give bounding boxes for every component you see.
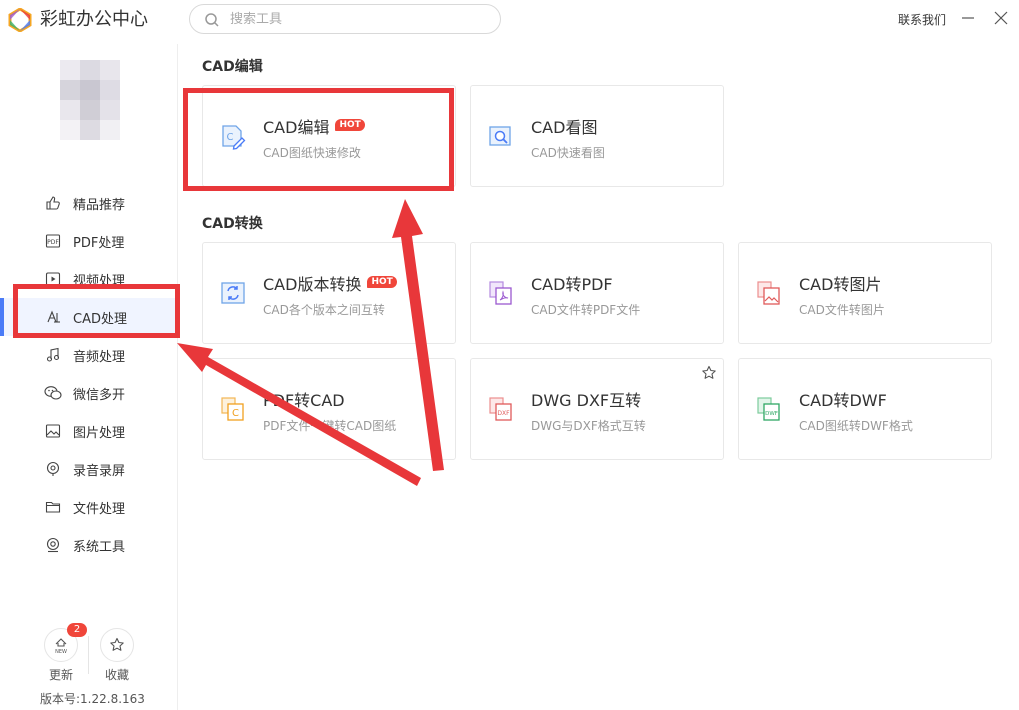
favorite-star-icon[interactable] bbox=[701, 365, 717, 381]
card-title: PDF转CAD bbox=[263, 391, 345, 410]
sidebar-item-wechat[interactable]: 微信多开 bbox=[0, 374, 177, 412]
sidebar-item-label: CAD处理 bbox=[73, 311, 127, 327]
svg-text:NEW: NEW bbox=[55, 649, 67, 654]
search-input[interactable] bbox=[230, 9, 480, 29]
cad-edit-icon: C bbox=[222, 125, 246, 150]
section-title-cad-convert: CAD转换 bbox=[202, 216, 263, 232]
bottom-actions: NEW 2 更新 收藏 bbox=[40, 623, 180, 682]
card-cad-view[interactable]: CAD看图 CAD快速看图 bbox=[470, 85, 724, 187]
contact-us-link[interactable]: 联系我们 bbox=[898, 11, 946, 28]
hot-badge: HOT bbox=[335, 119, 365, 131]
version-label: 版本号:1.22.8.163 bbox=[40, 692, 145, 706]
sidebar-item-label: 精品推荐 bbox=[73, 197, 126, 213]
card-subtitle: CAD文件转PDF文件 bbox=[531, 303, 641, 317]
sidebar-item-label: 微信多开 bbox=[73, 387, 126, 403]
favorites-button[interactable] bbox=[100, 628, 134, 662]
card-title: CAD转图片 bbox=[799, 275, 882, 294]
search-box[interactable] bbox=[189, 4, 501, 34]
card-cad-to-dwf[interactable]: DWF CAD转DWF CAD图纸转DWF格式 bbox=[738, 358, 992, 460]
card-title: CAD版本转换 HOT bbox=[263, 271, 397, 295]
sidebar-item-files[interactable]: 文件处理 bbox=[0, 488, 177, 526]
dwg-dxf-icon: DXF bbox=[489, 397, 512, 421]
record-icon bbox=[44, 460, 62, 478]
hot-badge: HOT bbox=[367, 276, 397, 288]
card-subtitle: CAD各个版本之间互转 bbox=[263, 303, 385, 317]
sidebar-item-label: 系统工具 bbox=[73, 539, 126, 555]
sidebar-item-label: 视频处理 bbox=[73, 273, 126, 289]
minimize-button[interactable] bbox=[960, 10, 976, 26]
sidebar-item-label: 录音录屏 bbox=[73, 463, 126, 479]
cad-to-pdf-icon bbox=[489, 281, 512, 305]
card-dwg-dxf[interactable]: DXF DWG DXF互转 DWG与DXF格式互转 bbox=[470, 358, 724, 460]
sidebar-item-image[interactable]: 图片处理 bbox=[0, 412, 177, 450]
card-subtitle: CAD图纸转DWF格式 bbox=[799, 419, 913, 433]
card-title: CAD转PDF bbox=[531, 275, 613, 294]
card-cad-edit[interactable]: C CAD编辑 HOT CAD图纸快速修改 bbox=[202, 85, 456, 187]
sidebar-item-label: 文件处理 bbox=[73, 501, 126, 517]
sidebar-item-pdf[interactable]: PDF PDF处理 bbox=[0, 222, 177, 260]
cad-version-convert-icon bbox=[221, 282, 245, 304]
divider bbox=[88, 636, 89, 674]
wechat-icon bbox=[44, 384, 62, 402]
sidebar-item-label: 图片处理 bbox=[73, 425, 126, 441]
update-button[interactable]: NEW 2 bbox=[44, 623, 87, 662]
svg-text:DWF: DWF bbox=[765, 411, 778, 417]
favorites-label: 收藏 bbox=[104, 668, 129, 682]
new-update-icon: NEW bbox=[55, 638, 67, 654]
sidebar-item-label: 音频处理 bbox=[73, 349, 126, 365]
image-icon bbox=[44, 422, 62, 440]
rainbow-logo-icon bbox=[8, 8, 32, 32]
cad-to-image-icon bbox=[757, 281, 780, 305]
cad-icon bbox=[44, 308, 62, 326]
sidebar-item-system-tools[interactable]: 系统工具 bbox=[0, 526, 177, 564]
sidebar-nav: 精品推荐 PDF PDF处理 视频处理 CAD处理 音频处理 微信多开 图片处理… bbox=[0, 184, 177, 564]
sidebar-item-cad[interactable]: CAD处理 bbox=[0, 298, 177, 336]
card-cad-version-convert[interactable]: CAD版本转换 HOT CAD各个版本之间互转 bbox=[202, 242, 456, 344]
search-icon bbox=[205, 13, 219, 27]
svg-text:C: C bbox=[232, 408, 239, 419]
pdf-to-cad-icon: C bbox=[221, 397, 244, 421]
card-subtitle: PDF文件一键转CAD图纸 bbox=[263, 419, 397, 433]
update-count-badge: 2 bbox=[67, 623, 87, 637]
title-bar: 彩虹办公中心 联系我们 bbox=[0, 0, 1019, 40]
avatar[interactable] bbox=[60, 60, 120, 140]
card-subtitle: DWG与DXF格式互转 bbox=[531, 419, 646, 433]
sidebar-item-recording[interactable]: 录音录屏 bbox=[0, 450, 177, 488]
card-subtitle: CAD文件转图片 bbox=[799, 303, 885, 317]
card-subtitle: CAD快速看图 bbox=[531, 146, 605, 160]
card-title: CAD编辑 HOT bbox=[263, 114, 365, 138]
card-cad-to-image[interactable]: CAD转图片 CAD文件转图片 bbox=[738, 242, 992, 344]
video-icon bbox=[44, 270, 62, 288]
cad-to-dwf-icon: DWF bbox=[757, 397, 780, 421]
system-tools-icon bbox=[44, 536, 62, 554]
update-label: 更新 bbox=[48, 668, 73, 682]
card-subtitle: CAD图纸快速修改 bbox=[263, 146, 361, 160]
svg-text:DXF: DXF bbox=[497, 410, 510, 417]
sidebar-item-label: PDF处理 bbox=[73, 235, 125, 251]
card-title: DWG DXF互转 bbox=[531, 391, 642, 410]
close-button[interactable] bbox=[993, 10, 1009, 26]
section-title-cad-edit: CAD编辑 bbox=[202, 59, 263, 75]
thumbs-up-icon bbox=[44, 194, 62, 212]
svg-text:PDF: PDF bbox=[47, 239, 59, 246]
card-title: CAD看图 bbox=[531, 118, 598, 137]
music-icon bbox=[44, 346, 62, 364]
card-cad-to-pdf[interactable]: CAD转PDF CAD文件转PDF文件 bbox=[470, 242, 724, 344]
card-pdf-to-cad[interactable]: C PDF转CAD PDF文件一键转CAD图纸 bbox=[202, 358, 456, 460]
cad-view-icon bbox=[489, 126, 511, 146]
sidebar-item-recommended[interactable]: 精品推荐 bbox=[0, 184, 177, 222]
card-title: CAD转DWF bbox=[799, 391, 887, 410]
app-title: 彩虹办公中心 bbox=[40, 9, 148, 30]
sidebar-item-audio[interactable]: 音频处理 bbox=[0, 336, 177, 374]
svg-text:C: C bbox=[227, 132, 234, 143]
sidebar-item-video[interactable]: 视频处理 bbox=[0, 260, 177, 298]
star-icon bbox=[110, 637, 124, 651]
sidebar: 精品推荐 PDF PDF处理 视频处理 CAD处理 音频处理 微信多开 图片处理… bbox=[0, 44, 178, 710]
folder-icon bbox=[44, 498, 62, 516]
pdf-icon: PDF bbox=[44, 232, 62, 250]
